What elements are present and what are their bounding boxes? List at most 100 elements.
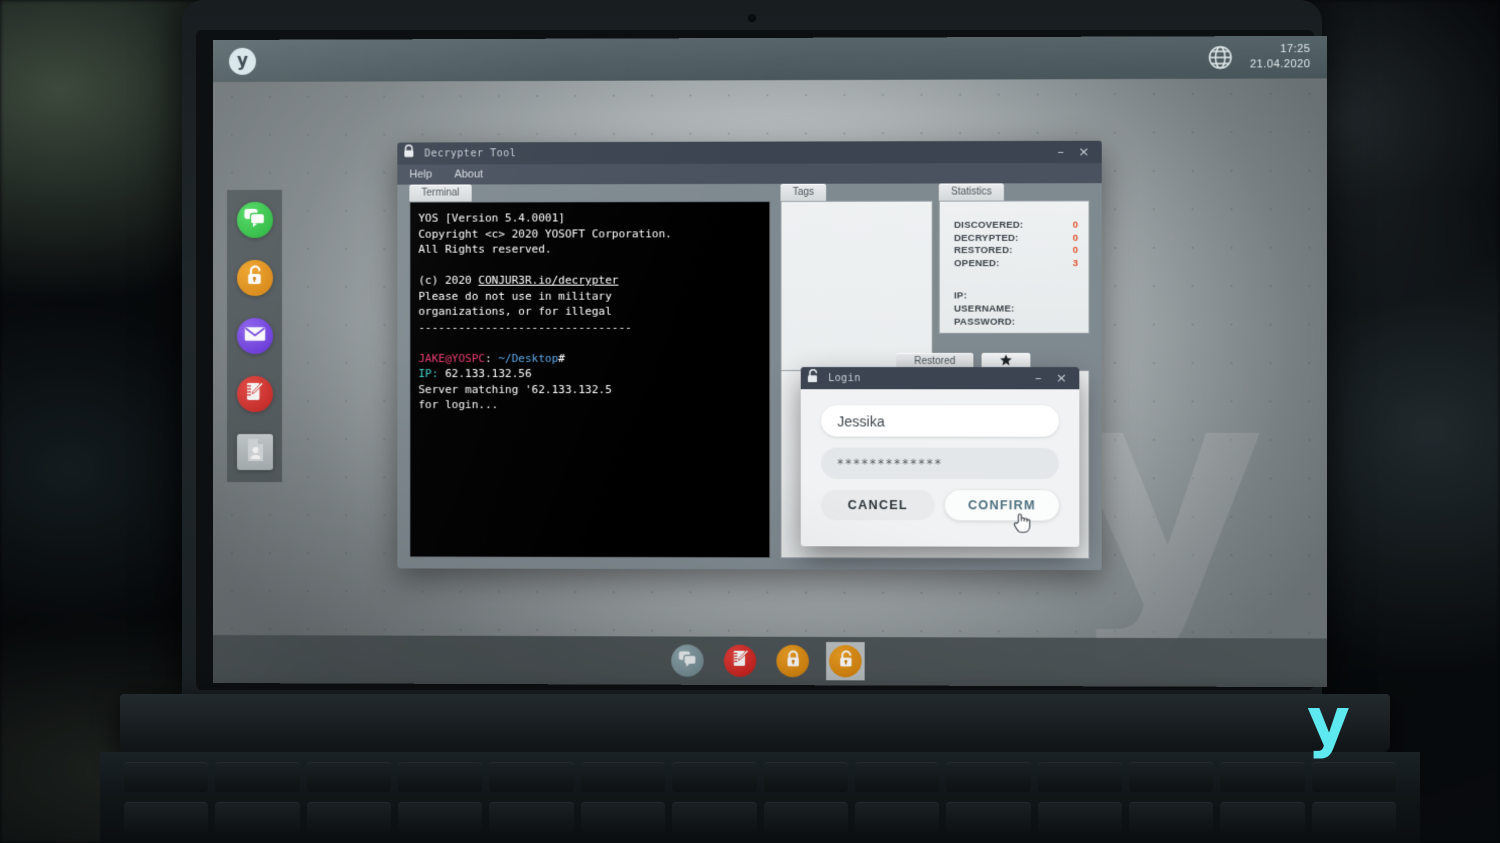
dock-item-contacts[interactable] <box>236 434 272 470</box>
keyboard-key <box>489 762 573 792</box>
notepad-icon <box>245 381 264 407</box>
keyboard-key <box>398 762 482 792</box>
app-menubar: Help About <box>397 163 1101 185</box>
globe-icon[interactable] <box>1207 44 1234 70</box>
stat-value: 0 <box>1073 232 1079 245</box>
keyboard-key <box>1129 802 1213 832</box>
taskbar-item-decrypter[interactable] <box>776 645 808 677</box>
username-input[interactable]: Jessika <box>821 405 1059 436</box>
stat-label-password: PASSWORD: <box>954 316 1078 329</box>
taskbar-item-decrypter-tool[interactable] <box>829 645 861 677</box>
clock-date: 21.04.2020 <box>1250 57 1311 72</box>
contact-file-icon <box>244 438 264 467</box>
login-titlebar[interactable]: Login – × <box>801 367 1080 389</box>
terminal-prompt-path: ~/Desktop <box>498 351 558 364</box>
taskbar-slot-chat[interactable] <box>668 641 706 679</box>
os-logo-icon[interactable]: y <box>229 47 256 74</box>
stat-label: DECRYPTED: <box>954 232 1019 245</box>
keyboard-key <box>215 802 299 832</box>
confirm-button[interactable]: CONFIRM <box>945 490 1059 520</box>
taskbar-item-chat[interactable] <box>671 645 703 677</box>
left-dock <box>227 190 282 482</box>
terminal-ip-value: 62.133.132.56 <box>445 367 532 380</box>
tab-statistics[interactable]: Statistics <box>939 183 1004 200</box>
stat-label-ip: IP: <box>954 291 1078 304</box>
keyboard-key <box>489 802 573 832</box>
stat-row-restored: RESTORED: 0 <box>954 245 1078 258</box>
stat-row-discovered: DISCOVERED: 0 <box>954 220 1078 233</box>
keyboard-key <box>215 762 299 792</box>
stat-label: RESTORED: <box>954 245 1013 258</box>
terminal-prompt: JAKE@YOSPC: ~/Desktop# <box>418 351 565 364</box>
password-input[interactable]: ************* <box>821 448 1059 480</box>
keyboard-key <box>672 762 756 792</box>
tab-tags[interactable]: Tags <box>781 184 827 201</box>
stat-value: 0 <box>1073 220 1079 233</box>
keyboard-key <box>1220 802 1304 832</box>
dock-item-notes[interactable] <box>236 376 272 412</box>
locked-padlock-icon <box>403 144 414 162</box>
keyboard-key <box>1312 802 1396 832</box>
taskbar-slot-notes[interactable] <box>721 642 759 680</box>
laptop-screen: y y 17:25 21.04.2020 <box>213 36 1327 687</box>
taskbar-item-notes[interactable] <box>724 645 756 677</box>
mail-icon <box>243 325 265 346</box>
unlocked-padlock-icon <box>245 265 263 291</box>
taskbar-slot-decrypter-tool-active[interactable] <box>826 642 865 680</box>
chat-icon <box>244 208 265 232</box>
login-dialog[interactable]: Login – × Jessika ************* CANCEL C… <box>801 367 1080 547</box>
app-title: Decrypter Tool <box>424 148 516 159</box>
keyboard-key <box>764 802 848 832</box>
terminal-panel[interactable]: YOS [Version 5.4.0001] Copyright <c> 202… <box>409 201 770 558</box>
terminal-line: YOS [Version 5.4.0001] <box>418 211 565 224</box>
brand-logo: y <box>1307 689 1350 755</box>
status-bar-right: 17:25 21.04.2020 <box>1207 42 1310 72</box>
clock: 17:25 21.04.2020 <box>1250 42 1311 72</box>
keyboard-key <box>1129 762 1213 792</box>
keyboard-key <box>1038 802 1122 832</box>
unlocked-padlock-icon <box>838 650 853 673</box>
login-body: Jessika ************* CANCEL CONFIRM <box>801 389 1080 520</box>
stat-value: 0 <box>1073 245 1079 258</box>
terminal-line: All Rights reserved. <box>418 243 551 256</box>
terminal-line: -------------------------------- <box>418 320 631 333</box>
taskbar-slot-decrypter[interactable] <box>773 642 811 680</box>
terminal-link[interactable]: CONJUR3R.io/decrypter <box>478 274 618 287</box>
stat-value: 3 <box>1073 258 1079 271</box>
login-minimize-button[interactable]: – <box>1035 372 1042 385</box>
terminal-line: Please do not use in military <box>418 289 611 302</box>
dock-item-decrypter[interactable] <box>236 260 272 296</box>
menu-item-about[interactable]: About <box>454 168 483 180</box>
stat-row-opened: OPENED: 3 <box>954 258 1078 271</box>
dock-item-chat[interactable] <box>236 202 272 238</box>
tab-terminal[interactable]: Terminal <box>409 184 471 201</box>
locked-padlock-icon <box>785 649 800 672</box>
keyboard-key <box>672 802 756 832</box>
close-button[interactable]: × <box>1078 145 1089 158</box>
keyboard-key <box>1312 762 1396 792</box>
keyboard-key <box>581 762 665 792</box>
keyboard-key <box>946 802 1030 832</box>
statistics-panel: DISCOVERED: 0 DECRYPTED: 0 RESTORED: 0 O… <box>939 200 1090 333</box>
terminal-ip-label: IP: <box>418 367 438 380</box>
terminal-line: Copyright <c> 2020 YOSOFT Corporation. <box>418 227 672 240</box>
menu-item-help[interactable]: Help <box>409 169 432 181</box>
minimize-button[interactable]: – <box>1057 145 1064 158</box>
keyboard-key <box>124 762 208 792</box>
app-titlebar[interactable]: Decrypter Tool – × <box>397 141 1101 165</box>
top-status-bar: y 17:25 21.04.2020 <box>213 36 1327 82</box>
login-window-controls: – × <box>1035 372 1073 385</box>
dock-item-mail[interactable] <box>236 318 272 354</box>
decrypter-tool-window[interactable]: Decrypter Tool – × Help About Terminal Y… <box>397 141 1101 570</box>
terminal-ip-line: IP: 62.133.132.56 <box>418 367 531 380</box>
terminal-line-copyright: (c) 2020 CONJUR3R.io/decrypter <box>418 274 618 287</box>
stat-label-username: USERNAME: <box>954 303 1078 316</box>
keyboard-key <box>764 762 848 792</box>
stat-label: OPENED: <box>954 258 999 271</box>
laptop-keyboard <box>100 752 1420 843</box>
login-actions: CANCEL CONFIRM <box>821 490 1059 521</box>
keyboard-key <box>307 802 391 832</box>
login-close-button[interactable]: × <box>1056 372 1067 385</box>
cancel-button[interactable]: CANCEL <box>821 490 935 520</box>
keyboard-key <box>855 762 939 792</box>
